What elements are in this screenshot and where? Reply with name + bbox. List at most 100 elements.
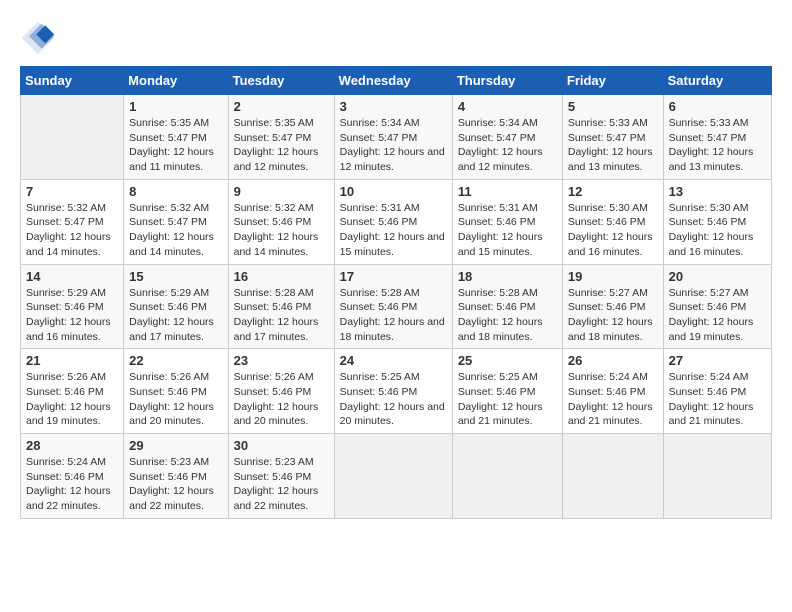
column-header-sunday: Sunday	[21, 67, 124, 95]
calendar-cell: 1 Sunrise: 5:35 AMSunset: 5:47 PMDaylight…	[124, 95, 228, 180]
day-number: 1	[129, 99, 222, 114]
calendar-cell: 20Sunrise: 5:27 AMSunset: 5:46 PMDayligh…	[663, 264, 771, 349]
column-header-thursday: Thursday	[452, 67, 562, 95]
calendar-cell	[562, 434, 663, 519]
day-number: 30	[234, 438, 329, 453]
calendar-cell: 21 Sunrise: 5:26 AMSunset: 5:46 PMDayligh…	[21, 349, 124, 434]
day-info: Sunrise: 5:28 AMSunset: 5:46 PMDaylight:…	[340, 286, 447, 345]
calendar-cell: 13Sunrise: 5:30 AMSunset: 5:46 PMDayligh…	[663, 179, 771, 264]
day-number: 25	[458, 353, 557, 368]
calendar-cell: 11Sunrise: 5:31 AMSunset: 5:46 PMDayligh…	[452, 179, 562, 264]
day-info: Sunrise: 5:35 AMSunset: 5:47 PMDaylight:…	[129, 116, 222, 175]
day-number: 15	[129, 269, 222, 284]
day-number: 21	[26, 353, 118, 368]
day-info: Sunrise: 5:31 AMSunset: 5:46 PMDaylight:…	[458, 201, 557, 260]
day-info: Sunrise: 5:33 AMSunset: 5:47 PMDaylight:…	[568, 116, 658, 175]
header-row: SundayMondayTuesdayWednesdayThursdayFrid…	[21, 67, 772, 95]
calendar-cell: 3 Sunrise: 5:34 AMSunset: 5:47 PMDaylight…	[334, 95, 452, 180]
day-info: Sunrise: 5:32 AMSunset: 5:46 PMDaylight:…	[234, 201, 329, 260]
day-number: 6	[669, 99, 766, 114]
calendar-cell: 28Sunrise: 5:24 AMSunset: 5:46 PMDayligh…	[21, 434, 124, 519]
day-info: Sunrise: 5:35 AMSunset: 5:47 PMDaylight:…	[234, 116, 329, 175]
calendar-cell: 12 Sunrise: 5:30 AMSunset: 5:46 PMDayligh…	[562, 179, 663, 264]
page-header	[20, 20, 772, 56]
day-info: Sunrise: 5:23 AMSunset: 5:46 PMDaylight:…	[234, 455, 329, 514]
day-number: 4	[458, 99, 557, 114]
day-info: Sunrise: 5:25 AMSunset: 5:46 PMDaylight:…	[340, 370, 447, 429]
day-number: 5	[568, 99, 658, 114]
column-header-friday: Friday	[562, 67, 663, 95]
day-number: 16	[234, 269, 329, 284]
calendar-week-3: 14 Sunrise: 5:29 AMSunset: 5:46 PMDayligh…	[21, 264, 772, 349]
calendar-body: 1 Sunrise: 5:35 AMSunset: 5:47 PMDaylight…	[21, 95, 772, 519]
day-number: 24	[340, 353, 447, 368]
calendar-cell: 6 Sunrise: 5:33 AMSunset: 5:47 PMDaylight…	[663, 95, 771, 180]
day-info: Sunrise: 5:26 AMSunset: 5:46 PMDaylight:…	[129, 370, 222, 429]
day-info: Sunrise: 5:32 AMSunset: 5:47 PMDaylight:…	[26, 201, 118, 260]
calendar-cell	[663, 434, 771, 519]
calendar-week-1: 1 Sunrise: 5:35 AMSunset: 5:47 PMDaylight…	[21, 95, 772, 180]
calendar-cell: 26 Sunrise: 5:24 AMSunset: 5:46 PMDayligh…	[562, 349, 663, 434]
day-number: 20	[669, 269, 766, 284]
calendar-cell: 19Sunrise: 5:27 AMSunset: 5:46 PMDayligh…	[562, 264, 663, 349]
day-number: 17	[340, 269, 447, 284]
calendar-cell: 2 Sunrise: 5:35 AMSunset: 5:47 PMDaylight…	[228, 95, 334, 180]
calendar-cell: 9 Sunrise: 5:32 AMSunset: 5:46 PMDaylight…	[228, 179, 334, 264]
calendar-cell: 18 Sunrise: 5:28 AMSunset: 5:46 PMDayligh…	[452, 264, 562, 349]
calendar-cell: 7 Sunrise: 5:32 AMSunset: 5:47 PMDaylight…	[21, 179, 124, 264]
day-info: Sunrise: 5:34 AMSunset: 5:47 PMDaylight:…	[458, 116, 557, 175]
day-info: Sunrise: 5:28 AMSunset: 5:46 PMDaylight:…	[458, 286, 557, 345]
day-info: Sunrise: 5:27 AMSunset: 5:46 PMDaylight:…	[568, 286, 658, 345]
day-info: Sunrise: 5:33 AMSunset: 5:47 PMDaylight:…	[669, 116, 766, 175]
day-number: 23	[234, 353, 329, 368]
day-number: 7	[26, 184, 118, 199]
day-number: 2	[234, 99, 329, 114]
day-number: 13	[669, 184, 766, 199]
logo	[20, 20, 60, 56]
day-info: Sunrise: 5:28 AMSunset: 5:46 PMDaylight:…	[234, 286, 329, 345]
calendar-cell	[21, 95, 124, 180]
day-number: 27	[669, 353, 766, 368]
day-info: Sunrise: 5:29 AMSunset: 5:46 PMDaylight:…	[26, 286, 118, 345]
day-info: Sunrise: 5:34 AMSunset: 5:47 PMDaylight:…	[340, 116, 447, 175]
day-number: 26	[568, 353, 658, 368]
calendar-table: SundayMondayTuesdayWednesdayThursdayFrid…	[20, 66, 772, 519]
day-number: 18	[458, 269, 557, 284]
day-info: Sunrise: 5:24 AMSunset: 5:46 PMDaylight:…	[26, 455, 118, 514]
day-info: Sunrise: 5:30 AMSunset: 5:46 PMDaylight:…	[568, 201, 658, 260]
calendar-header: SundayMondayTuesdayWednesdayThursdayFrid…	[21, 67, 772, 95]
calendar-cell: 16 Sunrise: 5:28 AMSunset: 5:46 PMDayligh…	[228, 264, 334, 349]
calendar-cell: 17 Sunrise: 5:28 AMSunset: 5:46 PMDayligh…	[334, 264, 452, 349]
column-header-wednesday: Wednesday	[334, 67, 452, 95]
calendar-cell	[452, 434, 562, 519]
calendar-cell: 10 Sunrise: 5:31 AMSunset: 5:46 PMDayligh…	[334, 179, 452, 264]
day-number: 10	[340, 184, 447, 199]
calendar-cell: 15 Sunrise: 5:29 AMSunset: 5:46 PMDayligh…	[124, 264, 228, 349]
day-number: 22	[129, 353, 222, 368]
day-info: Sunrise: 5:31 AMSunset: 5:46 PMDaylight:…	[340, 201, 447, 260]
calendar-week-4: 21 Sunrise: 5:26 AMSunset: 5:46 PMDayligh…	[21, 349, 772, 434]
day-number: 3	[340, 99, 447, 114]
logo-icon	[20, 20, 56, 56]
day-number: 9	[234, 184, 329, 199]
day-number: 29	[129, 438, 222, 453]
day-info: Sunrise: 5:25 AMSunset: 5:46 PMDaylight:…	[458, 370, 557, 429]
calendar-cell: 8Sunrise: 5:32 AMSunset: 5:47 PMDaylight…	[124, 179, 228, 264]
calendar-week-2: 7 Sunrise: 5:32 AMSunset: 5:47 PMDaylight…	[21, 179, 772, 264]
calendar-cell: 27Sunrise: 5:24 AMSunset: 5:46 PMDayligh…	[663, 349, 771, 434]
day-number: 14	[26, 269, 118, 284]
calendar-cell: 24 Sunrise: 5:25 AMSunset: 5:46 PMDayligh…	[334, 349, 452, 434]
day-info: Sunrise: 5:29 AMSunset: 5:46 PMDaylight:…	[129, 286, 222, 345]
calendar-cell: 4 Sunrise: 5:34 AMSunset: 5:47 PMDaylight…	[452, 95, 562, 180]
calendar-cell: 30 Sunrise: 5:23 AMSunset: 5:46 PMDayligh…	[228, 434, 334, 519]
calendar-cell: 23Sunrise: 5:26 AMSunset: 5:46 PMDayligh…	[228, 349, 334, 434]
calendar-cell: 14 Sunrise: 5:29 AMSunset: 5:46 PMDayligh…	[21, 264, 124, 349]
column-header-monday: Monday	[124, 67, 228, 95]
calendar-cell: 5 Sunrise: 5:33 AMSunset: 5:47 PMDaylight…	[562, 95, 663, 180]
day-number: 8	[129, 184, 222, 199]
day-info: Sunrise: 5:26 AMSunset: 5:46 PMDaylight:…	[26, 370, 118, 429]
column-header-saturday: Saturday	[663, 67, 771, 95]
day-number: 12	[568, 184, 658, 199]
column-header-tuesday: Tuesday	[228, 67, 334, 95]
day-info: Sunrise: 5:24 AMSunset: 5:46 PMDaylight:…	[568, 370, 658, 429]
